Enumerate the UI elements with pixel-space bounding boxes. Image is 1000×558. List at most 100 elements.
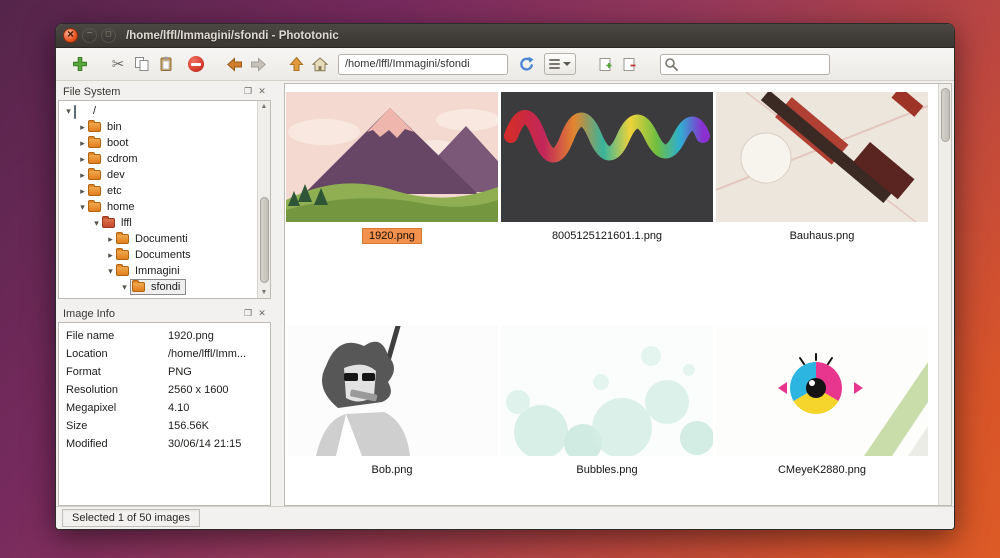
close-panel-icon[interactable]: ✕ <box>256 308 268 320</box>
computer-icon <box>74 106 87 117</box>
expander-icon[interactable] <box>77 151 88 167</box>
expander-icon[interactable] <box>77 199 88 215</box>
status-bar: Selected 1 of 50 images <box>56 506 954 529</box>
thumbnail-label: 8005125121601.1.png <box>545 228 669 244</box>
file-system-panel-title: File System <box>63 86 240 98</box>
tree-item-sfondi[interactable]: sfondi <box>59 279 270 295</box>
expander-icon[interactable] <box>77 183 88 199</box>
bob-portrait-image[interactable] <box>286 326 498 456</box>
tree-scrollbar[interactable]: ▲ ▼ <box>257 101 270 298</box>
thumbnail-bubbles[interactable]: Bubbles.png <box>501 326 713 478</box>
file-system-panel: File System ❐ ✕ / bin <box>58 83 271 299</box>
refresh-button[interactable] <box>514 52 538 76</box>
expander-icon[interactable] <box>77 135 88 151</box>
thumbnail-grid: 1920.png <box>285 84 951 478</box>
add-button[interactable] <box>68 52 92 76</box>
home-icon <box>312 57 328 72</box>
paste-icon <box>158 56 174 72</box>
tree-item-documents[interactable]: Documents <box>59 247 270 263</box>
folder-icon <box>132 282 145 292</box>
back-arrow-icon <box>226 57 243 72</box>
thumb-pages-button[interactable] <box>594 52 618 76</box>
folder-icon <box>88 202 101 212</box>
minimize-button[interactable] <box>82 28 97 43</box>
forward-button[interactable] <box>246 52 270 76</box>
folder-icon <box>88 122 101 132</box>
scrollbar-thumb[interactable] <box>941 88 950 142</box>
scissors-icon: ✂ <box>112 55 125 73</box>
scroll-down-icon[interactable]: ▼ <box>258 287 270 298</box>
close-button[interactable] <box>63 28 78 43</box>
image-info-panel: Image Info ❐ ✕ File name1920.png Locatio… <box>58 305 271 506</box>
float-panel-icon[interactable]: ❐ <box>242 308 254 320</box>
thumbnail-cmeyek[interactable]: CMeyeK2880.png <box>716 326 928 478</box>
cmyk-eye-image[interactable] <box>716 326 928 456</box>
toolbar: ✂ <box>56 48 954 81</box>
maximize-button[interactable] <box>101 28 116 43</box>
thumbnail-8005125121601[interactable]: 8005125121601.1.png <box>501 92 713 244</box>
float-panel-icon[interactable]: ❐ <box>242 86 254 98</box>
tree-item-root[interactable]: / <box>59 103 270 119</box>
window-title: /home/lffl/Immagini/sfondi - Phototonic <box>126 30 339 42</box>
titlebar[interactable]: /home/lffl/Immagini/sfondi - Phototonic <box>56 24 954 48</box>
image-info-table: File name1920.png Location/home/lffl/Imm… <box>58 322 271 506</box>
info-row-filename: File name1920.png <box>59 327 270 345</box>
thumbnail-bob[interactable]: Bob.png <box>286 326 498 478</box>
thumbnail-label: CMeyeK2880.png <box>771 462 873 478</box>
thumbnail-view: 1920.png <box>284 83 952 506</box>
back-button[interactable] <box>222 52 246 76</box>
home-button[interactable] <box>308 52 332 76</box>
path-input[interactable] <box>338 54 508 75</box>
view-options-button[interactable] <box>544 53 576 75</box>
paste-button[interactable] <box>154 52 178 76</box>
tree-item-immagini[interactable]: Immagini <box>59 263 270 279</box>
thumb-pages-collapse-button[interactable] <box>618 52 642 76</box>
teal-bubbles-image[interactable] <box>501 326 713 456</box>
left-panels: File System ❐ ✕ / bin <box>58 83 271 506</box>
expander-icon[interactable] <box>105 263 116 279</box>
expander-icon[interactable] <box>77 167 88 183</box>
expander-icon[interactable] <box>105 247 116 263</box>
expander-icon[interactable] <box>119 279 130 295</box>
expander-icon[interactable] <box>77 119 88 135</box>
info-row-format: FormatPNG <box>59 363 270 381</box>
mountain-landscape-image[interactable] <box>286 92 498 222</box>
expander-icon[interactable] <box>91 215 102 231</box>
cut-button[interactable]: ✂ <box>106 52 130 76</box>
thumbnail-1920[interactable]: 1920.png <box>286 92 498 244</box>
info-row-size: Size156.56K <box>59 417 270 435</box>
search-input[interactable] <box>660 54 830 75</box>
phototonic-window: /home/lffl/Immagini/sfondi - Phototonic … <box>55 23 955 530</box>
rainbow-wave-image[interactable] <box>501 92 713 222</box>
thumbnail-label: Bob.png <box>365 462 420 478</box>
folder-icon <box>102 218 115 228</box>
plus-icon <box>72 56 88 72</box>
tree-item-boot[interactable]: boot <box>59 135 270 151</box>
up-button[interactable] <box>284 52 308 76</box>
tree-item-documenti[interactable]: Documenti <box>59 231 270 247</box>
thumbnail-scrollbar[interactable] <box>938 84 951 505</box>
thumbnail-bauhaus[interactable]: Bauhaus.png <box>716 92 928 244</box>
scroll-up-icon[interactable]: ▲ <box>258 101 270 112</box>
selection-status: Selected 1 of 50 images <box>62 509 200 527</box>
info-row-resolution: Resolution2560 x 1600 <box>59 381 270 399</box>
refresh-icon <box>518 56 534 72</box>
no-entry-icon <box>188 56 204 72</box>
copy-button[interactable] <box>130 52 154 76</box>
bauhaus-shapes-image[interactable] <box>716 92 928 222</box>
copy-icon <box>134 56 150 72</box>
tree-item-lffl[interactable]: lffl <box>59 215 270 231</box>
delete-button[interactable] <box>184 52 208 76</box>
expander-icon[interactable] <box>63 103 74 119</box>
tree-item-dev[interactable]: dev <box>59 167 270 183</box>
tree-item-etc[interactable]: etc <box>59 183 270 199</box>
tree-item-cdrom[interactable]: cdrom <box>59 151 270 167</box>
close-panel-icon[interactable]: ✕ <box>256 86 268 98</box>
file-system-tree: / bin boot <box>58 100 271 299</box>
tree-item-bin[interactable]: bin <box>59 119 270 135</box>
tree-item-home[interactable]: home <box>59 199 270 215</box>
scrollbar-thumb[interactable] <box>260 197 269 283</box>
expander-icon[interactable] <box>105 231 116 247</box>
forward-arrow-icon <box>250 57 267 72</box>
selected-tree-item-box: sfondi <box>130 279 186 295</box>
